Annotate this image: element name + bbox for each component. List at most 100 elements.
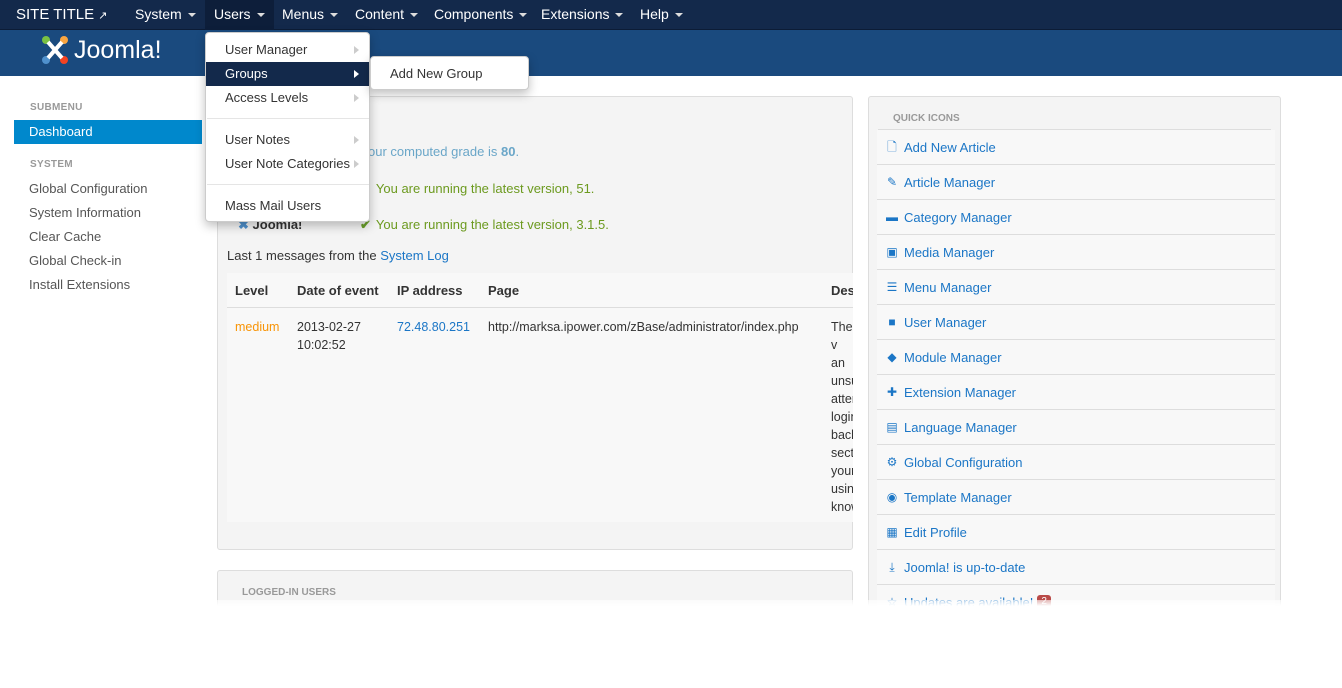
menu-item-mass-mail-users[interactable]: Mass Mail Users xyxy=(206,194,369,218)
quick-icon-category-manager[interactable]: ▬ Category Manager xyxy=(877,200,1275,235)
menu-item-add-new-group[interactable]: Add New Group xyxy=(371,62,528,86)
system-log-link[interactable]: System Log xyxy=(380,248,449,263)
sidebar-item-clear-cache[interactable]: Clear Cache xyxy=(14,225,202,249)
quick-icon-edit-profile[interactable]: ▦ Edit Profile xyxy=(877,515,1275,550)
description-cell: There v an unsucc attemp login i backen sectio… xyxy=(831,318,853,522)
quick-icon-label: Global Configuration xyxy=(904,454,1023,470)
log-summary: Last 1 messages from the System Log xyxy=(227,248,449,263)
cog-icon: ⚙ xyxy=(886,455,898,469)
nav-label: Content xyxy=(355,6,405,22)
quick-icon-label: Joomla! is up-to-date xyxy=(904,559,1026,575)
nav-label: Extensions xyxy=(541,6,610,22)
nav-extensions[interactable]: Extensions xyxy=(532,0,632,30)
site-title-link[interactable]: SITE TITLE ↗ xyxy=(7,0,116,30)
sidebar-item-install-extensions[interactable]: Install Extensions xyxy=(14,273,202,297)
grade-text: our computed grade is 80. xyxy=(368,144,520,159)
site-title: SITE TITLE xyxy=(16,6,95,23)
nav-components[interactable]: Components xyxy=(425,0,536,30)
eye-icon: ◉ xyxy=(886,490,898,504)
description-line: sectio xyxy=(831,446,853,460)
quick-icon-label: Article Manager xyxy=(904,174,996,190)
groups-submenu: Add New Group xyxy=(370,56,529,90)
menu-item-user-note-categories[interactable]: User Note Categories xyxy=(206,152,369,176)
quick-icon-article-manager[interactable]: ✎ Article Manager xyxy=(877,165,1275,200)
quick-icon-module-manager[interactable]: ◆ Module Manager xyxy=(877,340,1275,375)
comments-icon: ▤ xyxy=(886,420,898,434)
description-line: There v xyxy=(831,320,853,352)
description-line: using a xyxy=(831,482,853,496)
chevron-right-icon xyxy=(354,70,359,78)
joomla-logo-icon xyxy=(42,36,68,64)
nav-label: Help xyxy=(640,6,669,22)
quick-icon-user-manager[interactable]: ■ User Manager xyxy=(877,305,1275,340)
nav-content[interactable]: Content xyxy=(346,0,427,30)
cube-icon: ◆ xyxy=(887,350,897,364)
quick-icon-label: Menu Manager xyxy=(904,279,992,295)
menu-item-user-manager[interactable]: User Manager xyxy=(206,38,369,62)
sidebar-item-dashboard[interactable]: Dashboard xyxy=(14,120,202,144)
time: 10:02:52 xyxy=(297,338,346,352)
nav-menus[interactable]: Menus xyxy=(273,0,347,30)
description-line: backen xyxy=(831,428,853,442)
caret-down-icon xyxy=(519,13,528,18)
quick-icons-heading: QUICK ICONS xyxy=(893,113,960,124)
list-icon: ☰ xyxy=(886,280,898,294)
pencil-icon: ✎ xyxy=(886,175,898,189)
quick-icon-media-manager[interactable]: ▣ Media Manager xyxy=(877,235,1275,270)
sidebar-item-global-check-in[interactable]: Global Check-in xyxy=(14,249,202,273)
menu-divider xyxy=(207,184,369,185)
quick-icon-label: Extension Manager xyxy=(904,384,1017,400)
quick-icon-label: Module Manager xyxy=(904,349,1002,365)
menu-label: User Note Categories xyxy=(225,156,350,171)
caret-down-icon xyxy=(256,13,265,18)
user-icon: ■ xyxy=(888,315,896,329)
nav-label: System xyxy=(135,6,182,22)
quick-icon-label: User Manager xyxy=(904,314,987,330)
quick-icon-add-new-article[interactable]: 🗋 Add New Article xyxy=(877,130,1275,165)
level-cell: medium xyxy=(235,320,280,334)
grade-value: 80 xyxy=(500,144,516,159)
ip-link[interactable]: 72.48.80.251 xyxy=(397,318,470,336)
top-navbar: SITE TITLE ↗ System Users Menus Content … xyxy=(0,0,1342,30)
quick-icon-extension-manager[interactable]: ✚ Extension Manager xyxy=(877,375,1275,410)
joomla-logo[interactable]: Joomla! xyxy=(40,33,162,67)
fade-overlay xyxy=(0,600,1342,688)
menu-item-access-levels[interactable]: Access Levels xyxy=(206,86,369,110)
menu-item-user-notes[interactable]: User Notes xyxy=(206,128,369,152)
quick-icon-label: Edit Profile xyxy=(904,524,967,540)
menu-label: Groups xyxy=(225,66,268,81)
logo-text: Joomla! xyxy=(74,35,162,64)
header-divider xyxy=(227,307,853,308)
date: 2013-02-27 xyxy=(297,320,361,334)
nav-help[interactable]: Help xyxy=(631,0,692,30)
description-line: attemp xyxy=(831,392,853,406)
caret-down-icon xyxy=(410,13,419,18)
chevron-right-icon xyxy=(354,160,359,168)
header-page: Page xyxy=(488,283,520,298)
quick-icon-language-manager[interactable]: ▤ Language Manager xyxy=(877,410,1275,445)
description-line: your w xyxy=(831,464,853,478)
chevron-right-icon xyxy=(354,46,359,54)
nav-system[interactable]: System xyxy=(126,0,205,30)
description-line: unsucc xyxy=(831,374,853,388)
menu-item-groups[interactable]: Groups xyxy=(206,62,369,86)
menu-label: User Notes xyxy=(225,132,291,147)
quick-icon-label: Category Manager xyxy=(904,209,1012,225)
description-line: an xyxy=(831,356,845,370)
status-text: You are running the latest version, 3.1.… xyxy=(375,217,609,232)
nav-users[interactable]: Users xyxy=(205,0,274,30)
caret-down-icon xyxy=(187,13,196,18)
status-version-315: ✔ You are running the latest version, 3.1… xyxy=(360,217,609,233)
grade-label: our computed grade is xyxy=(368,144,501,159)
caret-down-icon xyxy=(674,13,683,18)
quick-icon-label: Template Manager xyxy=(904,489,1012,505)
quick-icon-global-configuration[interactable]: ⚙ Global Configuration xyxy=(877,445,1275,480)
status-version-51: ✔You are running the latest version, 51. xyxy=(360,181,594,197)
header-level: Level xyxy=(235,283,269,298)
quick-icon-menu-manager[interactable]: ☰ Menu Manager xyxy=(877,270,1275,305)
quick-icon-template-manager[interactable]: ◉ Template Manager xyxy=(877,480,1275,515)
sidebar-item-global-configuration[interactable]: Global Configuration xyxy=(14,177,202,201)
status-text: You are running the latest version, 51. xyxy=(375,181,595,196)
sidebar-item-system-information[interactable]: System Information xyxy=(14,201,202,225)
quick-icon-joomla-is-up-to-date[interactable]: ⤓ Joomla! is up-to-date xyxy=(877,550,1275,585)
